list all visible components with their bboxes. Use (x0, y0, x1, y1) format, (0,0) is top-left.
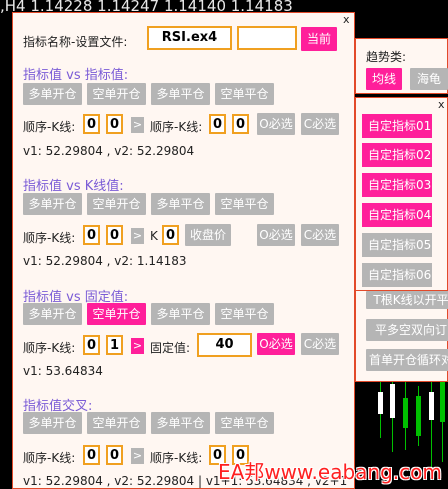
custom-indicator-02[interactable]: 自定指标02 (362, 143, 432, 167)
first-order-loop-button[interactable]: 首单开仓循环对 (366, 349, 448, 371)
fixed-value-field[interactable]: 40 (197, 333, 252, 357)
short-open-button[interactable]: 空单开仓 (87, 303, 146, 325)
custom-indicator-04[interactable]: 自定指标04 (362, 203, 432, 227)
c-required-toggle[interactable]: C必选 (301, 224, 339, 246)
current-button[interactable]: 当前 (301, 27, 337, 51)
candle (378, 392, 383, 414)
indicator-settings-panel: x 指标名称-设置文件: RSI.ex4 当前 指标值 vs 指标值: 多单开仓… (12, 12, 355, 489)
long-open-button[interactable]: 多单开仓 (23, 412, 82, 434)
seq-bar-label: 顺序-K线: (150, 120, 203, 134)
compare-arrow[interactable]: > (131, 117, 144, 133)
seq-field[interactable]: 0 (83, 225, 100, 245)
seq-bar-label: 顺序-K线: (23, 341, 76, 355)
bar-close-option-button[interactable]: T根K线以开平 (366, 291, 448, 309)
section-title-indicator-vs-bar: 指标值 vs K线值: (23, 179, 124, 194)
short-close-button[interactable]: 空单平仓 (215, 83, 274, 105)
second-file-field[interactable] (237, 26, 297, 50)
compare-arrow[interactable]: > (131, 228, 144, 244)
custom-indicator-05[interactable]: 自定指标05 (362, 233, 432, 257)
bar-field[interactable]: 0 (106, 445, 123, 465)
long-close-button[interactable]: 多单平仓 (151, 193, 210, 215)
long-close-button[interactable]: 多单平仓 (151, 412, 210, 434)
short-close-button[interactable]: 空单平仓 (215, 193, 274, 215)
close-icon[interactable]: x (438, 98, 445, 111)
o-required-toggle[interactable]: O必选 (257, 113, 295, 135)
candle (390, 384, 395, 418)
long-open-button[interactable]: 多单开仓 (23, 83, 82, 105)
values-readout: v1: 52.29804 , v2: 52.29804 (23, 144, 195, 158)
candle (403, 398, 408, 428)
short-open-button[interactable]: 空单开仓 (87, 83, 146, 105)
ma-button[interactable]: 均线 (366, 68, 402, 90)
long-close-button[interactable]: 多单平仓 (151, 303, 210, 325)
order-options-panel: T根K线以开平 平多空双向订 首单开仓循环对 (355, 290, 448, 382)
close-both-option-button[interactable]: 平多空双向订 (366, 319, 448, 341)
short-close-button[interactable]: 空单平仓 (215, 412, 274, 434)
long-open-button[interactable]: 多单开仓 (23, 303, 82, 325)
turtle-button[interactable]: 海龟 (410, 68, 448, 90)
seq-field[interactable]: 0 (83, 445, 100, 465)
compare-arrow[interactable]: > (131, 338, 144, 354)
bar-field[interactable]: 1 (106, 335, 123, 355)
c-required-toggle[interactable]: C必选 (301, 333, 339, 355)
short-close-button[interactable]: 空单平仓 (215, 303, 274, 325)
seq-bar-label: 顺序-K线: (23, 451, 76, 465)
seq-field[interactable]: 0 (83, 114, 100, 134)
compare-arrow[interactable]: > (131, 448, 144, 464)
custom-indicator-01[interactable]: 自定指标01 (362, 114, 432, 138)
close-icon[interactable]: x (343, 13, 350, 26)
short-open-button[interactable]: 空单开仓 (87, 193, 146, 215)
values-readout: v1: 53.64834 (23, 364, 103, 378)
bar-field[interactable]: 0 (106, 225, 123, 245)
fixed-value-label: 固定值: (150, 341, 191, 355)
long-open-button[interactable]: 多单开仓 (23, 193, 82, 215)
short-open-button[interactable]: 空单开仓 (87, 412, 146, 434)
candle (416, 396, 421, 436)
custom-indicator-06[interactable]: 自定指标06 (362, 263, 432, 287)
k-label: K (150, 229, 158, 243)
seq-bar-label: 顺序-K线: (23, 120, 76, 134)
seq-field[interactable]: 0 (83, 335, 100, 355)
long-close-button[interactable]: 多单平仓 (151, 83, 210, 105)
k-bar-field[interactable]: 0 (162, 225, 179, 245)
close-price-button[interactable]: 收盘价 (185, 224, 231, 246)
seq-bar-label: 顺序-K线: (150, 451, 203, 465)
indicator-file-field[interactable]: RSI.ex4 (147, 26, 232, 50)
candle (440, 382, 445, 422)
watermark-text: EA邦www.eabang.com (218, 460, 442, 484)
trend-title: 趋势类: (366, 50, 407, 64)
indicator-name-label: 指标名称-设置文件: (23, 35, 128, 49)
custom-indicator-03[interactable]: 自定指标03 (362, 173, 432, 197)
bar-field[interactable]: 0 (106, 114, 123, 134)
custom-indicator-panel: x 自定指标01 自定指标02 自定指标03 自定指标04 自定指标05 自定指… (355, 97, 448, 295)
candle (429, 392, 434, 420)
o-required-toggle[interactable]: O必选 (257, 224, 295, 246)
seq-field[interactable]: 0 (209, 114, 226, 134)
trend-panel: 趋势类: 均线 海龟 (355, 38, 448, 94)
bar-field[interactable]: 0 (232, 114, 249, 134)
c-required-toggle[interactable]: C必选 (301, 113, 339, 135)
seq-bar-label: 顺序-K线: (23, 231, 76, 245)
values-readout: v1: 52.29804 , v2: 1.14183 (23, 254, 187, 268)
section-title-indicator-vs-indicator: 指标值 vs 指标值: (23, 68, 129, 83)
o-required-toggle[interactable]: O必选 (257, 333, 295, 355)
